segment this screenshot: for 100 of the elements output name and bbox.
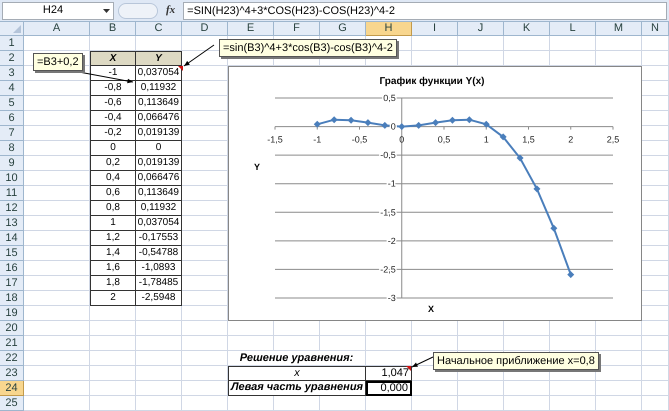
empty-cell[interactable] (182, 321, 228, 336)
row-header[interactable]: 22 (0, 351, 24, 366)
empty-cell[interactable] (90, 366, 136, 381)
empty-cell[interactable] (596, 381, 642, 396)
select-all-icon[interactable] (13, 25, 21, 33)
empty-cell[interactable] (504, 396, 550, 411)
column-header[interactable]: K (504, 22, 550, 36)
row-header[interactable]: 8 (0, 141, 24, 156)
empty-cell[interactable] (596, 36, 642, 51)
row-header[interactable]: 25 (0, 396, 24, 411)
empty-cell[interactable] (550, 36, 596, 51)
column-header[interactable]: C (136, 22, 182, 36)
empty-cell[interactable] (458, 336, 504, 351)
row-header[interactable]: 13 (0, 216, 24, 231)
empty-cell[interactable] (504, 336, 550, 351)
empty-cell[interactable] (320, 396, 366, 411)
row-header[interactable]: 19 (0, 306, 24, 321)
empty-cell[interactable] (366, 396, 412, 411)
empty-cell[interactable] (90, 396, 136, 411)
row-header[interactable]: 24 (0, 381, 24, 396)
column-header[interactable]: E (228, 22, 274, 36)
empty-cell[interactable] (136, 321, 182, 336)
formula-field[interactable]: =SIN(H23)^4+3*COS(H23)-COS(H23)^4-2 (183, 2, 667, 20)
row-header[interactable]: 20 (0, 321, 24, 336)
column-header[interactable]: N (642, 22, 669, 36)
row-header[interactable]: 21 (0, 336, 24, 351)
empty-cell[interactable] (550, 381, 596, 396)
empty-cell[interactable] (182, 351, 228, 366)
column-header[interactable]: B (90, 22, 136, 36)
column-header[interactable]: J (458, 22, 504, 36)
name-box[interactable]: H24 (2, 2, 114, 20)
empty-cell[interactable] (366, 336, 412, 351)
empty-cell[interactable] (228, 396, 274, 411)
row-header[interactable]: 6 (0, 111, 24, 126)
empty-cell[interactable] (504, 36, 550, 51)
column-header[interactable]: I (412, 22, 458, 36)
empty-cell[interactable] (642, 51, 669, 66)
empty-cell[interactable] (182, 336, 228, 351)
empty-cell[interactable] (90, 306, 136, 321)
row-header[interactable]: 23 (0, 366, 24, 381)
empty-cell[interactable] (642, 321, 669, 336)
empty-cell[interactable] (642, 366, 669, 381)
empty-cell[interactable] (90, 381, 136, 396)
empty-cell[interactable] (642, 336, 669, 351)
empty-cell[interactable] (642, 36, 669, 51)
empty-cell[interactable] (642, 381, 669, 396)
empty-cell[interactable] (274, 336, 320, 351)
empty-cell[interactable] (550, 396, 596, 411)
empty-cell[interactable] (136, 351, 182, 366)
column-header[interactable]: G (320, 22, 366, 36)
column-header[interactable]: H (366, 22, 412, 36)
empty-cell[interactable] (412, 396, 458, 411)
empty-cell[interactable] (504, 381, 550, 396)
empty-cell[interactable] (642, 351, 669, 366)
empty-cell[interactable] (182, 396, 228, 411)
value-cell[interactable]: 1,047 (366, 366, 412, 381)
row-header[interactable]: 11 (0, 186, 24, 201)
column-header[interactable]: L (550, 22, 596, 36)
column-header[interactable]: A (24, 22, 90, 36)
formula-bar-handle[interactable] (118, 2, 158, 18)
caret-icon[interactable] (103, 8, 110, 12)
empty-cell[interactable] (550, 336, 596, 351)
row-header[interactable]: 4 (0, 81, 24, 96)
empty-cell[interactable] (228, 336, 274, 351)
insert-function-button[interactable]: fx (162, 2, 180, 19)
row-header[interactable]: 2 (0, 51, 24, 66)
empty-cell[interactable] (458, 36, 504, 51)
empty-cell[interactable] (136, 381, 182, 396)
row-header[interactable]: 16 (0, 261, 24, 276)
row-header[interactable]: 12 (0, 201, 24, 216)
empty-cell[interactable] (596, 336, 642, 351)
empty-cell[interactable] (136, 366, 182, 381)
empty-cell[interactable] (458, 381, 504, 396)
column-header[interactable]: F (274, 22, 320, 36)
empty-cell[interactable] (458, 396, 504, 411)
empty-cell[interactable] (90, 336, 136, 351)
empty-cell[interactable] (642, 396, 669, 411)
column-header[interactable]: M (596, 22, 642, 36)
row-header[interactable]: 5 (0, 96, 24, 111)
empty-cell[interactable] (320, 336, 366, 351)
column-header[interactable]: D (182, 22, 228, 36)
row-header[interactable]: 14 (0, 231, 24, 246)
row-header[interactable]: 3 (0, 66, 24, 81)
empty-cell[interactable] (136, 336, 182, 351)
empty-cell[interactable] (274, 396, 320, 411)
row-header[interactable]: 9 (0, 156, 24, 171)
row-header[interactable]: 15 (0, 246, 24, 261)
value-cell[interactable]: 0,000 (366, 381, 412, 396)
row-header[interactable]: 1 (0, 36, 24, 51)
empty-cell[interactable] (596, 396, 642, 411)
empty-cell[interactable] (412, 36, 458, 51)
empty-cell[interactable] (90, 321, 136, 336)
row-header[interactable]: 17 (0, 276, 24, 291)
empty-cell[interactable] (412, 336, 458, 351)
empty-cell[interactable] (90, 351, 136, 366)
empty-cell[interactable] (136, 396, 182, 411)
row-header[interactable]: 18 (0, 291, 24, 306)
row-header[interactable]: 7 (0, 126, 24, 141)
row-header[interactable]: 10 (0, 171, 24, 186)
empty-cell[interactable] (136, 306, 182, 321)
